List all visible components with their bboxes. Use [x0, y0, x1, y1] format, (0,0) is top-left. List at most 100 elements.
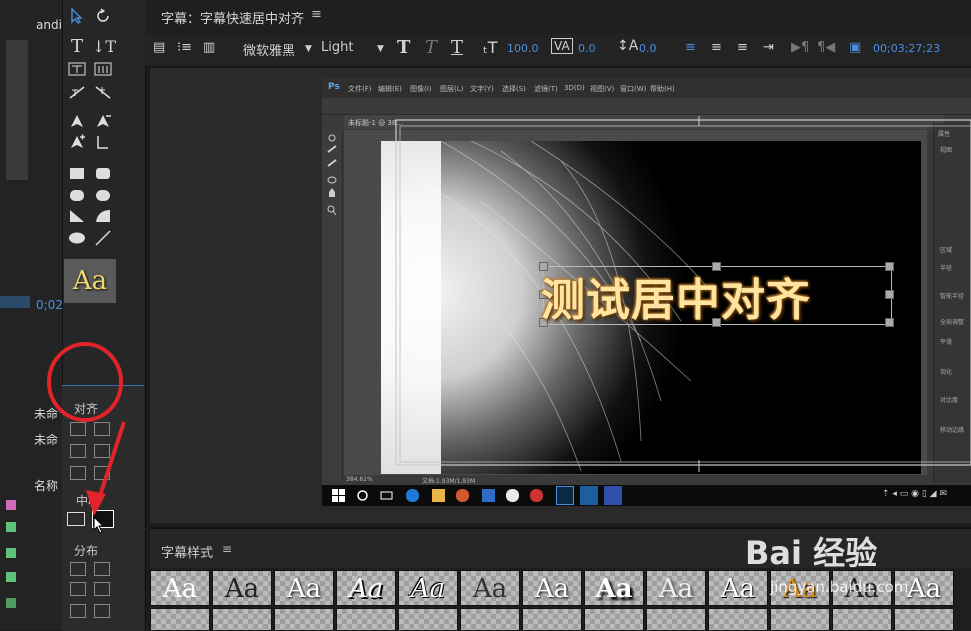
style-tile-partial[interactable]: [646, 608, 706, 630]
style-tile[interactable]: Aa: [646, 570, 706, 606]
distribute-section-label: 分布: [74, 544, 99, 558]
font-size-value[interactable]: 100.0: [507, 42, 539, 55]
leading-value[interactable]: 0.0: [639, 42, 657, 55]
vertical-path-type-tool-icon[interactable]: [92, 84, 114, 104]
style-tile-partial[interactable]: [522, 608, 582, 630]
ellipse-tool-icon[interactable]: [66, 230, 88, 250]
annotation-overlay: [47, 342, 126, 516]
distribute-right-button[interactable]: [70, 582, 86, 596]
style-tile-partial[interactable]: [832, 608, 892, 630]
kerning-value[interactable]: 0.0: [578, 42, 596, 55]
color-label-green: [6, 522, 16, 532]
arc-tool-icon[interactable]: [92, 208, 114, 228]
new-title-icon[interactable]: ▤: [153, 40, 165, 55]
align-right-text-icon[interactable]: ≡: [737, 40, 748, 55]
roll-crawl-options-icon[interactable]: ⁝≡: [177, 40, 192, 55]
style-tile[interactable]: Aa: [274, 570, 334, 606]
rotation-tool-icon[interactable]: [92, 8, 114, 28]
background-timecode[interactable]: 00;03;27;23: [873, 42, 940, 55]
style-tile[interactable]: Aa: [708, 570, 768, 606]
add-anchor-point-tool-icon[interactable]: [66, 133, 88, 153]
panel-menu-icon[interactable]: ≡: [311, 7, 322, 22]
distribute-left-button[interactable]: [70, 562, 86, 576]
rounded-rectangle-tool-icon[interactable]: [92, 187, 114, 207]
vertical-area-type-tool-icon[interactable]: [92, 61, 114, 81]
thumbnail-strip: [6, 40, 28, 180]
paragraph-left-icon[interactable]: ▶¶: [791, 40, 809, 55]
italic-icon[interactable]: T: [425, 37, 437, 58]
show-background-video-icon[interactable]: ▣: [849, 40, 861, 55]
align-center-text-icon[interactable]: ≡: [711, 40, 722, 55]
color-label-green: [6, 598, 16, 608]
paragraph-right-icon[interactable]: ¶◀: [817, 40, 835, 55]
style-tile-partial[interactable]: [894, 608, 954, 630]
resize-handle[interactable]: [885, 318, 894, 327]
style-tile[interactable]: Aa: [584, 570, 644, 606]
templates-icon[interactable]: ▥: [203, 40, 215, 55]
style-tile-partial[interactable]: [274, 608, 334, 630]
pen-tool-icon[interactable]: [66, 112, 88, 132]
style-tile[interactable]: Aa: [460, 570, 520, 606]
font-size-icon: ₜT: [483, 38, 498, 57]
annotation-circle: [47, 342, 123, 422]
rectangle-tool-icon[interactable]: [66, 165, 88, 185]
style-tile-partial[interactable]: [460, 608, 520, 630]
distribute-horizontal-center-button[interactable]: [94, 562, 110, 576]
distribute-vertical-center-button[interactable]: [94, 604, 110, 618]
style-tile-partial[interactable]: [212, 608, 272, 630]
vertical-type-tool-icon[interactable]: ↓T: [92, 37, 116, 57]
style-tile[interactable]: Aa: [522, 570, 582, 606]
wedge-tool-icon[interactable]: [66, 208, 88, 228]
color-label-green: [6, 572, 16, 582]
title-text-object[interactable]: 测试居中对齐: [541, 264, 811, 328]
style-tile[interactable]: Aa: [212, 570, 272, 606]
style-tile[interactable]: Aa: [336, 570, 396, 606]
delete-anchor-point-tool-icon[interactable]: [92, 112, 114, 132]
type-tool-icon[interactable]: T: [66, 37, 88, 57]
distribute-horizontal-even-button[interactable]: [94, 582, 110, 596]
align-left-text-icon[interactable]: ≡: [685, 40, 696, 55]
panel-title[interactable]: 字幕：字幕快速居中对齐: [161, 8, 304, 27]
color-label-pink: [6, 500, 16, 510]
area-type-tool-icon[interactable]: [66, 61, 88, 81]
title-panel-header: 字幕：字幕快速居中对齐 ≡: [145, 0, 971, 35]
line-tool-icon[interactable]: [92, 230, 114, 250]
underline-icon[interactable]: T: [451, 37, 463, 58]
font-style-dropdown-icon[interactable]: ▼: [377, 44, 384, 54]
tab-stops-icon[interactable]: ⇥: [763, 40, 774, 55]
leading-icon: ↕A: [617, 38, 639, 54]
clipped-corner-rectangle-tool-icon[interactable]: [66, 187, 88, 207]
font-family-select[interactable]: 微软雅黑: [243, 40, 295, 59]
style-tile-partial[interactable]: [708, 608, 768, 630]
path-type-tool-icon[interactable]: [66, 84, 88, 104]
font-family-dropdown-icon[interactable]: ▼: [305, 44, 312, 54]
style-tile[interactable]: Aa: [150, 570, 210, 606]
timeline-bar: [0, 296, 30, 308]
selection-tool-icon[interactable]: [66, 8, 88, 28]
timecode-fragment: 0;02: [36, 298, 62, 312]
font-style-select[interactable]: Light: [321, 40, 353, 55]
annotation-arrowhead: [86, 490, 106, 516]
distribute-top-button[interactable]: [70, 604, 86, 618]
styles-panel-title[interactable]: 字幕样式: [161, 542, 213, 561]
mouse-cursor-icon: [93, 516, 105, 534]
title-style-swatch[interactable]: Aa: [64, 259, 116, 303]
baidu-watermark-url: jingyan.baidu.com: [770, 578, 909, 596]
baidu-watermark: Bai 经验: [745, 534, 878, 572]
style-tile-partial[interactable]: [584, 608, 644, 630]
resize-handle[interactable]: [885, 290, 894, 299]
rounded-corner-rectangle-tool-icon[interactable]: [92, 165, 114, 185]
bold-icon[interactable]: T: [397, 37, 410, 58]
resize-handle[interactable]: [885, 262, 894, 271]
style-tile-partial[interactable]: [770, 608, 830, 630]
style-tile[interactable]: Aa: [398, 570, 458, 606]
convert-anchor-point-tool-icon[interactable]: [92, 133, 114, 153]
styles-panel-menu-icon[interactable]: ≡: [222, 542, 232, 556]
style-tile-partial[interactable]: [336, 608, 396, 630]
style-tile-partial[interactable]: [398, 608, 458, 630]
title-properties-toolbar: ▤ ⁝≡ ▥ 微软雅黑 ▼ Light ▼ T T T ₜT 100.0 VA …: [145, 34, 971, 67]
style-tile-partial[interactable]: [150, 608, 210, 630]
color-label-green: [6, 548, 16, 558]
clip-name-fragment: andi: [36, 18, 62, 32]
kerning-icon: VA: [551, 38, 573, 54]
